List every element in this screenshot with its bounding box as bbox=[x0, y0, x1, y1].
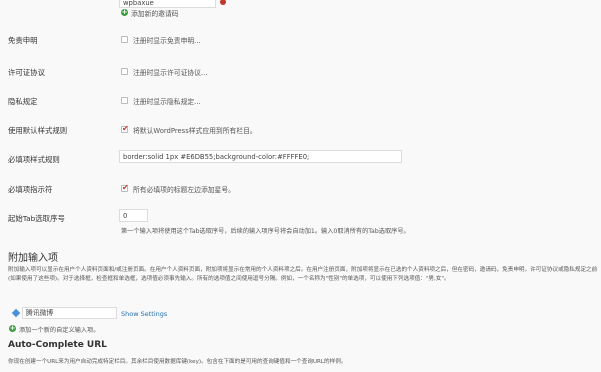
privacy-label: 隐私规定 bbox=[8, 97, 38, 106]
license-checkbox[interactable] bbox=[121, 68, 128, 75]
default-style-label: 使用默认样式规则 bbox=[8, 126, 68, 135]
tab-index-help: 第一个输入项将使用这个Tab选取序号，后续的输入项序号将会自动加1。输入0取消所… bbox=[121, 228, 410, 235]
disclaimer-checkbox[interactable] bbox=[121, 36, 128, 43]
disclaimer-checkbox-text: 注册时显示免责申明... bbox=[133, 37, 201, 45]
autocomplete-title: Auto-Complete URL bbox=[8, 340, 107, 350]
required-style-label: 必填项样式规则 bbox=[8, 155, 60, 164]
tab-index-input[interactable]: 0 bbox=[119, 209, 148, 222]
add-extra-field-link[interactable]: 添加一个新的自定义输入项。 bbox=[19, 325, 99, 334]
required-indicator-checkbox-text: 所有必填项的标题左边添加星号。 bbox=[133, 186, 235, 194]
add-invite-code-link[interactable]: 添加新的邀请码 bbox=[131, 8, 179, 18]
show-settings-link[interactable]: Show Settings bbox=[121, 310, 167, 318]
required-indicator-label: 必填项指示符 bbox=[8, 185, 53, 194]
remove-icon[interactable] bbox=[220, 0, 226, 5]
drag-handle-icon[interactable] bbox=[11, 308, 21, 318]
extra-fields-title: 附加输入项 bbox=[8, 253, 58, 264]
default-style-checkbox[interactable] bbox=[121, 124, 129, 134]
autocomplete-description: 你现在创建一个URL来为用户自动完成特定栏目。其余栏目使用数据库键(key)。包… bbox=[8, 359, 347, 365]
license-label: 许可证协议 bbox=[8, 68, 45, 77]
required-style-input[interactable]: border:solid 1px #E6DB55;background-colo… bbox=[119, 150, 402, 163]
privacy-checkbox[interactable] bbox=[121, 97, 128, 104]
required-indicator-checkbox[interactable] bbox=[121, 183, 129, 193]
add-invite-code-icon[interactable]: + bbox=[121, 9, 128, 16]
privacy-checkbox-text: 注册时显示隐私规定... bbox=[133, 98, 201, 106]
invite-code-input[interactable]: wpbaxue bbox=[119, 0, 216, 8]
default-style-checkbox-text: 将默认WordPress样式应用到所有栏目。 bbox=[133, 127, 257, 135]
extra-field-name-input[interactable]: 腾讯微博 bbox=[22, 307, 117, 319]
license-checkbox-text: 注册时显示许可证协议... bbox=[133, 69, 208, 77]
add-extra-field-icon[interactable]: + bbox=[9, 325, 16, 332]
disclaimer-label: 免责申明 bbox=[8, 36, 38, 45]
tab-index-label: 起始Tab选取序号 bbox=[8, 214, 65, 223]
extra-fields-description: 附加输入项可以显示在用户个人资料页面和/或注册页面。在用户个人资料页面，附加项将… bbox=[8, 267, 598, 282]
